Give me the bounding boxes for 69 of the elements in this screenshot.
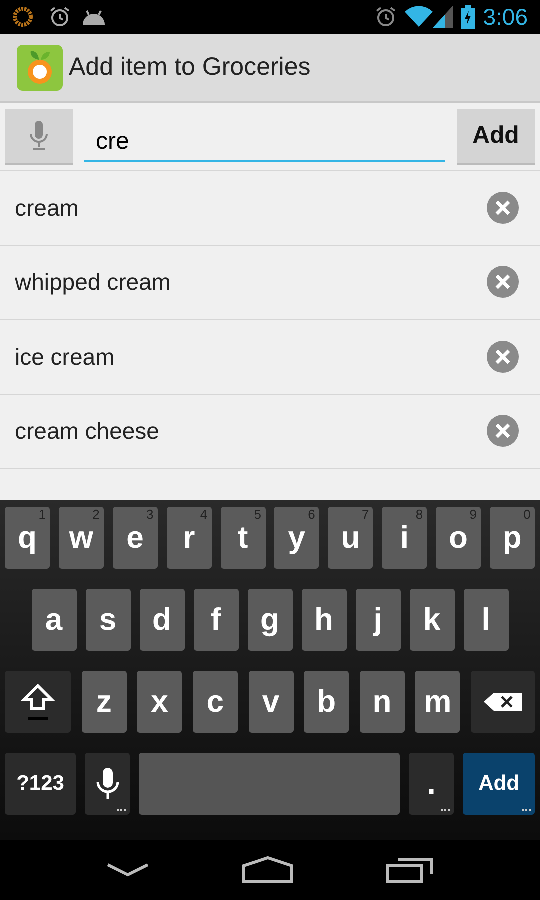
key[interactable]: v <box>248 671 294 733</box>
key[interactable]: j <box>356 589 400 651</box>
number-hint: 6 <box>308 508 316 521</box>
key[interactable]: x <box>137 671 182 733</box>
number-hint: 1 <box>38 508 46 521</box>
add-key[interactable]: Add <box>463 753 535 815</box>
key[interactable]: a <box>32 589 76 651</box>
sun-icon <box>12 6 34 28</box>
key[interactable]: k <box>410 589 454 651</box>
key[interactable]: i 8 <box>382 507 428 569</box>
key[interactable]: d <box>140 589 184 651</box>
number-hint: 0 <box>524 508 531 521</box>
voice-input-button[interactable] <box>5 108 73 164</box>
key[interactable]: . <box>409 753 454 815</box>
number-hint: 9 <box>470 508 477 521</box>
signal-icon <box>433 6 454 28</box>
suggestion-text[interactable]: cream cheese <box>15 414 160 448</box>
remove-icon[interactable] <box>487 415 519 448</box>
key[interactable]: p 0 <box>490 507 535 569</box>
alarm-clock-icon <box>49 6 71 28</box>
window-title: Add item to Groceries <box>69 52 311 83</box>
voice-key[interactable] <box>85 753 130 815</box>
key[interactable]: h <box>302 589 346 651</box>
key[interactable]: z <box>82 671 127 733</box>
number-hint: 5 <box>254 508 262 521</box>
remove-icon[interactable] <box>487 192 519 224</box>
shift-icon <box>21 683 55 721</box>
number-hint: 4 <box>200 508 208 521</box>
microphone-icon <box>96 768 120 800</box>
backspace-icon <box>484 693 522 711</box>
backspace-key[interactable] <box>471 671 535 733</box>
suggestion-text[interactable]: ice cream <box>15 340 115 374</box>
add-button[interactable]: Add <box>457 108 535 164</box>
key[interactable]: t 5 <box>220 507 266 569</box>
suggestion-text[interactable]: whipped cream <box>15 265 171 300</box>
key[interactable]: m <box>415 671 460 733</box>
home-icon[interactable] <box>242 856 294 884</box>
back-icon[interactable] <box>106 862 150 878</box>
battery-icon <box>461 5 476 29</box>
app-icon <box>17 44 63 90</box>
number-hint: 2 <box>92 508 100 521</box>
key[interactable]: g <box>248 589 292 651</box>
key[interactable]: b <box>304 671 350 733</box>
key[interactable]: w 2 <box>58 507 104 569</box>
shift-key[interactable] <box>5 671 71 733</box>
clock-time: 3:06 <box>483 2 528 32</box>
microphone-icon <box>29 120 49 150</box>
symbols-key[interactable]: ?123 <box>5 753 76 815</box>
key[interactable]: e 3 <box>112 507 158 569</box>
key[interactable]: u 7 <box>328 507 374 569</box>
key[interactable]: r 4 <box>166 507 212 569</box>
remove-icon[interactable] <box>487 340 519 373</box>
item-input-field[interactable]: cre <box>84 112 445 162</box>
android-icon <box>81 8 107 26</box>
number-hint: 3 <box>146 508 154 521</box>
suggestion-text[interactable]: cream <box>15 190 79 225</box>
key[interactable]: f <box>194 589 238 651</box>
number-hint: 7 <box>362 508 370 521</box>
key[interactable]: y 6 <box>274 507 320 569</box>
key[interactable]: o 9 <box>436 507 481 569</box>
key[interactable]: c <box>192 671 238 733</box>
remove-icon[interactable] <box>487 266 519 298</box>
key[interactable]: n <box>360 671 405 733</box>
key[interactable]: l <box>464 589 508 651</box>
recent-apps-icon[interactable] <box>386 856 434 884</box>
alarm-clock-icon <box>375 6 398 28</box>
key[interactable]: q 1 <box>5 507 50 569</box>
key[interactable]: s <box>86 589 130 651</box>
number-hint: 8 <box>416 508 424 521</box>
